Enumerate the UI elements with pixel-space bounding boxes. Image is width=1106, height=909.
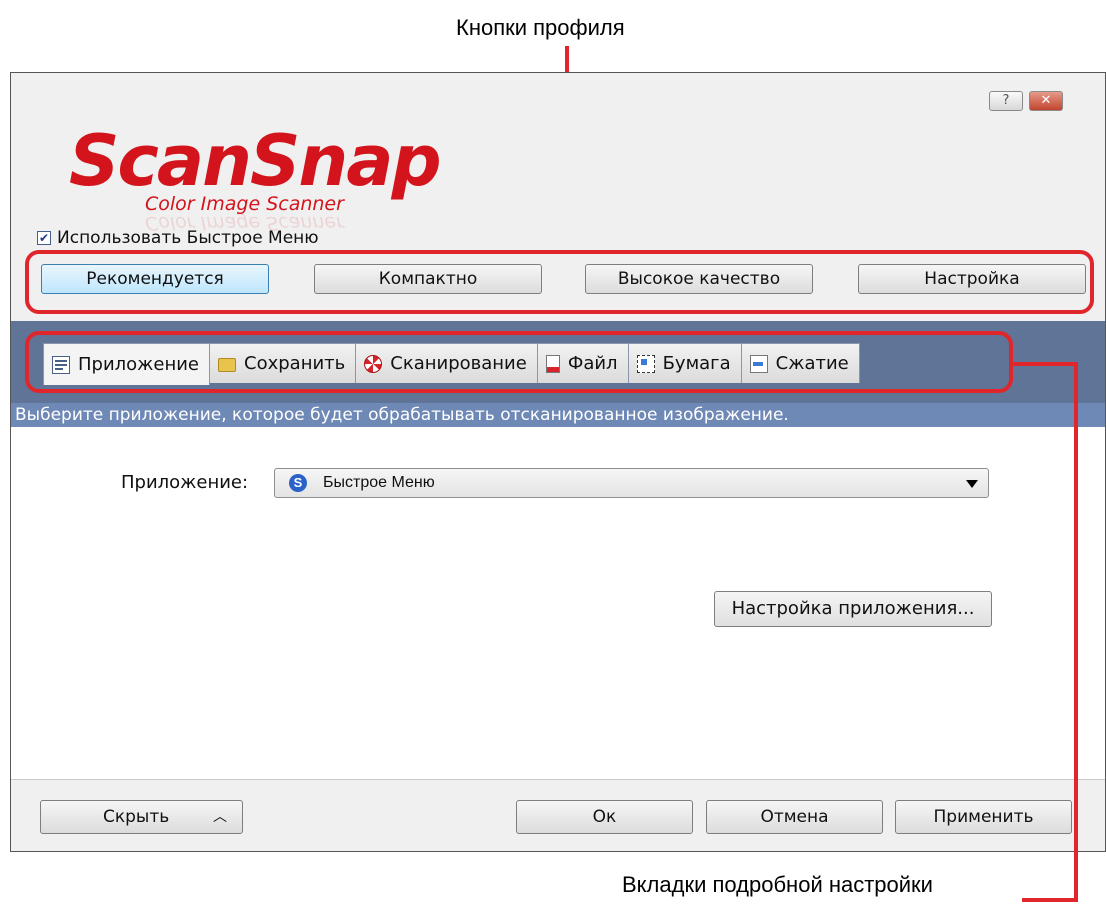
callout-line-right-h: [1012, 362, 1078, 366]
callout-line-right-v: [1074, 362, 1078, 902]
quick-menu-checkbox[interactable]: ✔: [37, 231, 51, 245]
cancel-button[interactable]: Отмена: [706, 800, 883, 834]
callout-profile-buttons: Кнопки профиля: [456, 15, 625, 40]
ok-button[interactable]: Ок: [516, 800, 693, 834]
close-icon: ✕: [1040, 93, 1052, 108]
scansnap-logo: ScanSnap Color Image Scanner Color Image…: [69, 120, 529, 234]
tab-description: Выберите приложение, которое будет обраб…: [11, 403, 1105, 427]
callout-detail-tabs: Вкладки подробной настройки: [622, 872, 933, 897]
dialog-footer: Скрыть ︿ Ок Отмена Применить: [11, 779, 1105, 851]
help-icon: ?: [1002, 93, 1010, 108]
application-panel: Приложение: S Быстрое Меню Настройка при…: [11, 427, 1105, 779]
application-select-value: Быстрое Меню: [323, 474, 435, 491]
profile-buttons-highlight: [25, 250, 1094, 314]
logo-main-text: ScanSnap: [69, 120, 442, 202]
chevron-up-icon: ︿: [213, 809, 227, 825]
chevron-down-icon: [966, 480, 978, 488]
quick-menu-label: Использовать Быстрое Меню: [57, 228, 319, 248]
quick-menu-app-icon: S: [289, 474, 307, 492]
scansnap-dialog: ? ✕ ScanSnap Color Image Scanner Color I…: [10, 72, 1106, 852]
close-button[interactable]: ✕: [1029, 91, 1063, 111]
callout-line-bottom-h: [1022, 898, 1078, 902]
application-select[interactable]: S Быстрое Меню: [274, 468, 989, 498]
application-label: Приложение:: [121, 472, 249, 493]
quick-menu-option[interactable]: ✔ Использовать Быстрое Меню: [37, 228, 319, 248]
apply-button[interactable]: Применить: [895, 800, 1072, 834]
hide-button[interactable]: Скрыть ︿: [40, 800, 243, 834]
tabs-highlight: [25, 331, 1013, 393]
application-settings-button[interactable]: Настройка приложения...: [714, 591, 992, 627]
help-button[interactable]: ?: [989, 91, 1023, 111]
